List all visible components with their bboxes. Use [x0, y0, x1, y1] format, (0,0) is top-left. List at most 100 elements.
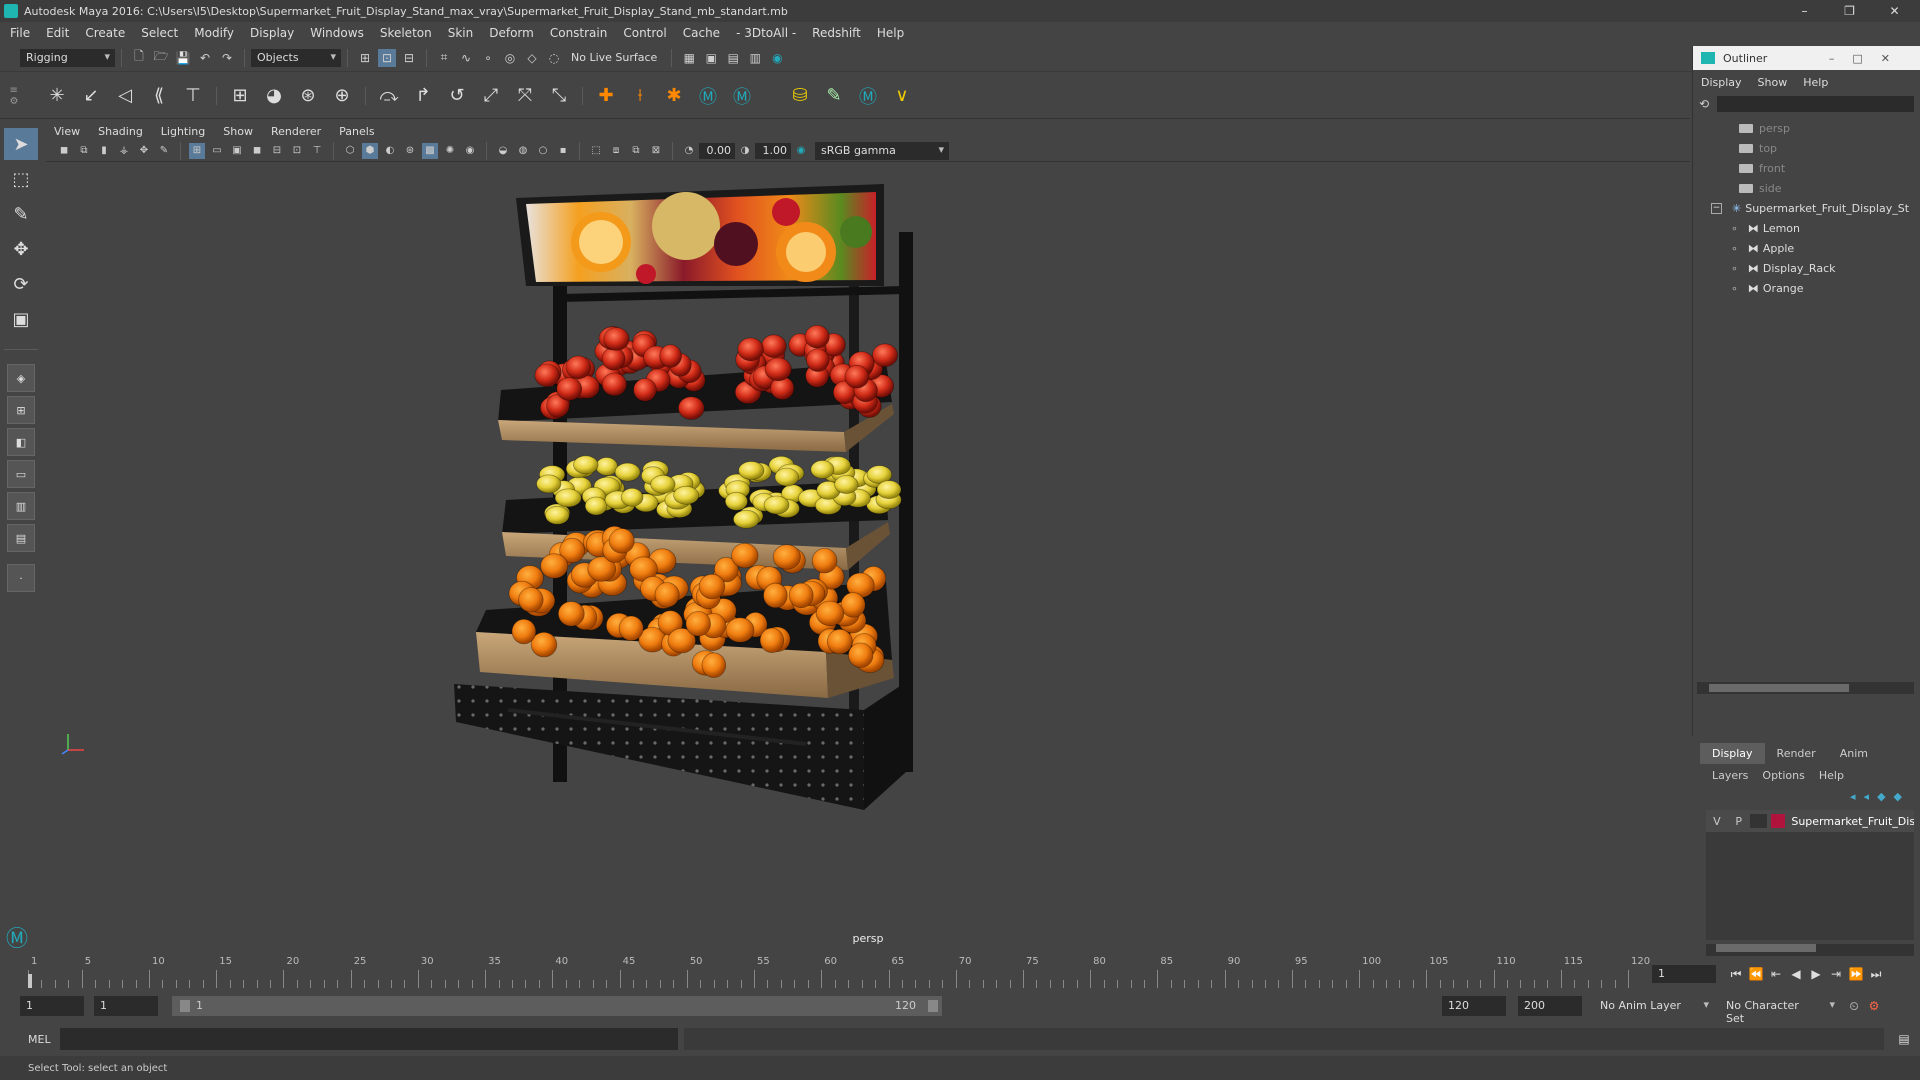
layer-menu-options[interactable]: Options — [1762, 769, 1804, 782]
wireframe-on-shaded-icon[interactable]: ⊛ — [402, 143, 418, 159]
outliner-menu-help[interactable]: Help — [1803, 76, 1828, 89]
snap-view-icon[interactable]: ◎ — [501, 49, 519, 67]
snap-point-icon[interactable]: ∘ — [479, 49, 497, 67]
layer-h-scrollbar[interactable] — [1706, 944, 1914, 956]
xray-joints-icon[interactable]: ⊠ — [648, 143, 664, 159]
undo-icon[interactable]: ↶ — [196, 49, 214, 67]
menu-help[interactable]: Help — [877, 26, 904, 40]
use-default-material-icon[interactable]: ◐ — [382, 143, 398, 159]
layer-color-swatch[interactable] — [1771, 814, 1786, 828]
outliner-window-controls[interactable]: –□✕ — [1829, 52, 1908, 65]
menu-set-dropdown[interactable]: Rigging — [20, 48, 115, 67]
perspective-viewport[interactable]: persp — [46, 162, 1690, 948]
outliner-item-orange[interactable]: ∘ ⧓ Orange — [1693, 278, 1920, 298]
lattice-icon[interactable]: ⊛ — [293, 81, 323, 111]
ik-spline-icon[interactable]: ⟪ — [144, 81, 174, 111]
current-frame-field[interactable]: 1 — [1652, 965, 1716, 983]
select-component-icon[interactable]: ⊟ — [400, 49, 418, 67]
xray-icon[interactable]: ⧈ — [608, 143, 624, 159]
multisample-aa-icon[interactable]: ○ — [535, 143, 551, 159]
outliner-search-field[interactable] — [1717, 96, 1914, 112]
maximize-button[interactable]: ❐ — [1827, 0, 1872, 22]
isolate-select-icon[interactable]: ⬚ — [588, 143, 604, 159]
range-slider-bar-fill[interactable] — [172, 996, 942, 1016]
go-to-start-icon[interactable]: ⏮ — [1726, 964, 1746, 984]
range-end-handle[interactable] — [928, 1000, 938, 1012]
layer-menu-help[interactable]: Help — [1819, 769, 1844, 782]
move-tool-icon[interactable]: ✥ — [4, 233, 38, 265]
soft-mod-icon[interactable]: ∨ — [887, 81, 917, 111]
ik-handle-icon[interactable]: ◁ — [110, 81, 140, 111]
menu-modify[interactable]: Modify — [194, 26, 234, 40]
panel-menu-lighting[interactable]: Lighting — [161, 125, 205, 138]
auto-key-icon[interactable]: ⏲ — [1844, 996, 1864, 1016]
point-constraint-icon[interactable]: ⤼ — [374, 81, 404, 111]
panel-menu-renderer[interactable]: Renderer — [271, 125, 321, 138]
paint-select-icon[interactable]: ✎ — [4, 198, 38, 230]
menu-skeleton[interactable]: Skeleton — [380, 26, 432, 40]
gamma-field[interactable]: 1.00 — [755, 142, 791, 159]
hypershade-layout-icon[interactable]: ▤ — [7, 524, 35, 552]
layer-type-toggle[interactable] — [1749, 814, 1768, 828]
create-joints-icon[interactable]: ✳ — [42, 81, 72, 111]
locator-icon[interactable]: ⊤ — [178, 81, 208, 111]
menu-control[interactable]: Control — [623, 26, 666, 40]
menu-skin[interactable]: Skin — [448, 26, 474, 40]
orient-joint-icon[interactable]: ✱ — [659, 81, 689, 111]
panel-menu-view[interactable]: View — [54, 125, 80, 138]
menu-select[interactable]: Select — [141, 26, 178, 40]
menu-windows[interactable]: Windows — [310, 26, 364, 40]
close-button[interactable]: ✕ — [1872, 0, 1917, 22]
step-forward-icon[interactable]: ⏩ — [1846, 964, 1866, 984]
snap-curve-icon[interactable]: ∿ — [457, 49, 475, 67]
minimize-button[interactable]: – — [1782, 0, 1827, 22]
step-forward-key-icon[interactable]: ⇥ — [1826, 964, 1846, 984]
current-time-marker[interactable] — [28, 974, 32, 988]
outliner-menu-show[interactable]: Show — [1758, 76, 1788, 89]
redo-icon[interactable]: ↷ — [218, 49, 236, 67]
range-slider[interactable]: 1 120 — [172, 996, 942, 1016]
playback-start-field[interactable]: 1 — [94, 996, 158, 1016]
outliner-item-apple[interactable]: ∘ ⧓ Apple — [1693, 238, 1920, 258]
render-frame-icon[interactable]: ▣ — [702, 49, 720, 67]
persp-outliner-layout-icon[interactable]: ▭ — [7, 460, 35, 488]
view-transform-dropdown[interactable]: sRGB gamma — [815, 141, 949, 160]
refresh-icon[interactable]: ⟲ — [1699, 97, 1709, 111]
exposure-field[interactable]: 0.00 — [699, 142, 735, 159]
layer-playback-toggle[interactable]: P — [1728, 815, 1750, 828]
scrollbar-thumb[interactable] — [1716, 944, 1816, 952]
depth-of-field-icon[interactable]: ▪ — [555, 143, 571, 159]
mirror-joint-icon[interactable]: ⟊ — [625, 81, 655, 111]
resolution-gate-icon[interactable]: ▣ — [229, 143, 245, 159]
save-scene-icon[interactable]: 💾 — [174, 49, 192, 67]
image-plane-icon[interactable]: ⚶ — [116, 143, 132, 159]
tab-render[interactable]: Render — [1765, 743, 1828, 764]
parent-constraint-icon[interactable]: ⤧ — [510, 81, 540, 111]
selection-mask-dropdown[interactable]: Objects — [251, 48, 341, 67]
bind-skin-icon[interactable]: ⊞ — [225, 81, 255, 111]
tab-display[interactable]: Display — [1700, 742, 1765, 764]
ipr-render-icon[interactable]: ▤ — [724, 49, 742, 67]
quick-rig-icon[interactable]: Ⓜ — [853, 81, 883, 111]
outliner-h-scrollbar[interactable] — [1697, 682, 1914, 694]
smooth-shade-icon[interactable]: ⬢ — [362, 142, 378, 159]
snap-grid-icon[interactable]: ⌗ — [435, 49, 453, 67]
render-view-icon[interactable]: ▥ — [746, 49, 764, 67]
hypershade-icon[interactable]: ◉ — [768, 49, 786, 67]
select-hierarchy-icon[interactable]: ⊞ — [356, 49, 374, 67]
open-scene-icon[interactable]: 🗁 — [152, 49, 170, 67]
layer-action-icons[interactable]: ◂◂◆◆ — [1692, 786, 1920, 806]
panel-menu-panels[interactable]: Panels — [339, 125, 374, 138]
menu-3dtoall[interactable]: - 3DtoAll - — [736, 26, 796, 40]
collapse-icon[interactable]: − — [1711, 202, 1722, 214]
scale-tool-icon[interactable]: ▣ — [4, 303, 38, 335]
safe-title-icon[interactable]: ⊤ — [309, 143, 325, 159]
shadows-icon[interactable]: ◉ — [462, 143, 478, 159]
snap-live-icon[interactable]: ◌ — [545, 49, 563, 67]
hik-icon[interactable]: Ⓜ — [693, 81, 723, 111]
menu-constrain[interactable]: Constrain — [550, 26, 608, 40]
outliner-item-display-rack[interactable]: ∘ ⧓ Display_Rack — [1693, 258, 1920, 278]
bookmark-icon[interactable]: ▮ — [96, 143, 112, 159]
outliner-menu-display[interactable]: Display — [1701, 76, 1742, 89]
side-by-side-layout-icon[interactable]: ◧ — [7, 428, 35, 456]
